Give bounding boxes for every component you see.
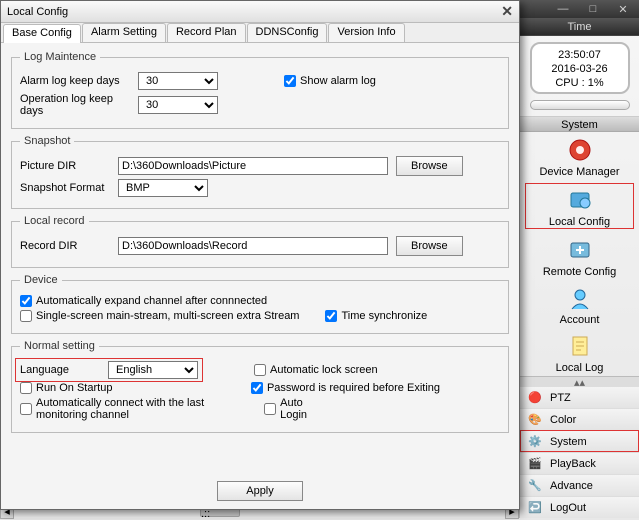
select-op-days[interactable]: 30 bbox=[138, 96, 218, 114]
tab-version-info[interactable]: Version Info bbox=[328, 23, 404, 42]
label-record-dir: Record DIR bbox=[20, 240, 110, 252]
tab-ddns-config[interactable]: DDNSConfig bbox=[247, 23, 328, 42]
system-icon: ⚙️ bbox=[526, 433, 544, 451]
close-app-icon[interactable]: ✕ bbox=[617, 3, 629, 16]
color-icon: 🎨 bbox=[526, 411, 544, 429]
clock-text: 23:50:07 bbox=[532, 48, 628, 62]
legend-device: Device bbox=[20, 274, 62, 286]
time-header: Time bbox=[520, 18, 639, 36]
sidebar-item-device-manager[interactable]: Device Manager bbox=[520, 132, 639, 180]
tab-bar: Base Config Alarm Setting Record Plan DD… bbox=[1, 23, 519, 43]
sidebar-item-account[interactable]: Account bbox=[520, 280, 639, 328]
group-snapshot: Snapshot Picture DIR Browse Snapshot For… bbox=[11, 135, 509, 209]
menu-color[interactable]: 🎨Color bbox=[520, 408, 639, 430]
menu-advance[interactable]: 🔧Advance bbox=[520, 474, 639, 496]
label-alarm-days: Alarm log keep days bbox=[20, 75, 130, 87]
dialog-title: Local Config bbox=[7, 6, 68, 18]
group-normal-setting: Normal setting Language English Automati… bbox=[11, 340, 509, 433]
label-op-days: Operation log keep days bbox=[20, 93, 130, 117]
checkbox-auto-connect[interactable]: Automatically connect with the last moni… bbox=[20, 397, 248, 421]
tab-alarm-setting[interactable]: Alarm Setting bbox=[82, 23, 166, 42]
dialog-titlebar[interactable]: Local Config ✕ bbox=[1, 1, 519, 23]
select-snapshot-format[interactable]: BMP bbox=[118, 179, 208, 197]
time-box: 23:50:07 2016-03-26 CPU : 1% bbox=[530, 42, 630, 94]
checkbox-pwd-exit[interactable]: Password is required before Exiting bbox=[251, 382, 440, 394]
checkbox-auto-lock[interactable]: Automatic lock screen bbox=[254, 364, 378, 376]
account-icon bbox=[565, 284, 595, 312]
checkbox-time-sync[interactable]: Time synchronize bbox=[325, 310, 427, 322]
remote-config-icon bbox=[565, 236, 595, 264]
browse-record-button[interactable]: Browse bbox=[396, 236, 463, 256]
local-config-icon bbox=[565, 186, 595, 214]
local-log-icon bbox=[565, 332, 595, 360]
sidebar-item-remote-config[interactable]: Remote Config bbox=[520, 232, 639, 280]
group-device: Device Automatically expand channel afte… bbox=[11, 274, 509, 334]
ptz-icon: 🔴 bbox=[526, 389, 544, 407]
group-log-maintence: Log Maintence Alarm log keep days 30 Sho… bbox=[11, 51, 509, 129]
label-language: Language bbox=[20, 364, 90, 376]
menu-system[interactable]: ⚙️System bbox=[520, 430, 639, 452]
select-alarm-days[interactable]: 30 bbox=[138, 72, 218, 90]
legend-snapshot: Snapshot bbox=[20, 135, 74, 147]
input-picture-dir[interactable] bbox=[118, 157, 388, 175]
input-record-dir[interactable] bbox=[118, 237, 388, 255]
advance-icon: 🔧 bbox=[526, 477, 544, 495]
right-panel: Time 23:50:07 2016-03-26 CPU : 1% System… bbox=[519, 18, 639, 518]
group-local-record: Local record Record DIR Browse bbox=[11, 215, 509, 268]
maximize-icon[interactable]: □ bbox=[587, 3, 599, 15]
label-snapshot-format: Snapshot Format bbox=[20, 182, 110, 194]
legend-normal: Normal setting bbox=[20, 340, 99, 352]
logout-icon: ↩️ bbox=[526, 499, 544, 517]
checkbox-auto-login[interactable]: Auto Login bbox=[264, 397, 320, 421]
sidebar-item-local-log[interactable]: Local Log bbox=[520, 328, 639, 376]
select-language[interactable]: English bbox=[108, 361, 198, 379]
menu-logout[interactable]: ↩️LogOut bbox=[520, 496, 639, 518]
lower-menu: 🔴PTZ 🎨Color ⚙️System 🎬PlayBack 🔧Advance … bbox=[520, 386, 639, 518]
local-config-dialog: Local Config ✕ Base Config Alarm Setting… bbox=[0, 0, 520, 510]
cpu-text: CPU : 1% bbox=[532, 76, 628, 90]
tab-base-config[interactable]: Base Config bbox=[3, 24, 81, 43]
close-icon[interactable]: ✕ bbox=[501, 3, 513, 20]
menu-ptz[interactable]: 🔴PTZ bbox=[520, 386, 639, 408]
checkbox-show-alarm[interactable]: Show alarm log bbox=[284, 75, 376, 87]
playback-icon: 🎬 bbox=[526, 455, 544, 473]
legend-local-record: Local record bbox=[20, 215, 89, 227]
label-picture-dir: Picture DIR bbox=[20, 160, 110, 172]
minimize-icon[interactable]: — bbox=[557, 3, 569, 15]
device-manager-icon bbox=[565, 136, 595, 164]
apply-button[interactable]: Apply bbox=[217, 481, 303, 501]
tab-record-plan[interactable]: Record Plan bbox=[167, 23, 246, 42]
show-alarm-check[interactable] bbox=[284, 75, 296, 87]
menu-playback[interactable]: 🎬PlayBack bbox=[520, 452, 639, 474]
system-header: System bbox=[520, 116, 639, 132]
browse-picture-button[interactable]: Browse bbox=[396, 156, 463, 176]
checkbox-run-startup[interactable]: Run On Startup bbox=[20, 382, 112, 394]
cpu-bar bbox=[530, 100, 630, 110]
legend-log: Log Maintence bbox=[20, 51, 100, 63]
dialog-body: Log Maintence Alarm log keep days 30 Sho… bbox=[1, 43, 519, 509]
checkbox-single-screen[interactable]: Single-screen main-stream, multi-screen … bbox=[20, 310, 299, 322]
checkbox-auto-expand[interactable]: Automatically expand channel after connn… bbox=[20, 295, 267, 307]
sidebar-item-local-config[interactable]: Local Config bbox=[524, 182, 635, 230]
date-text: 2016-03-26 bbox=[532, 62, 628, 76]
